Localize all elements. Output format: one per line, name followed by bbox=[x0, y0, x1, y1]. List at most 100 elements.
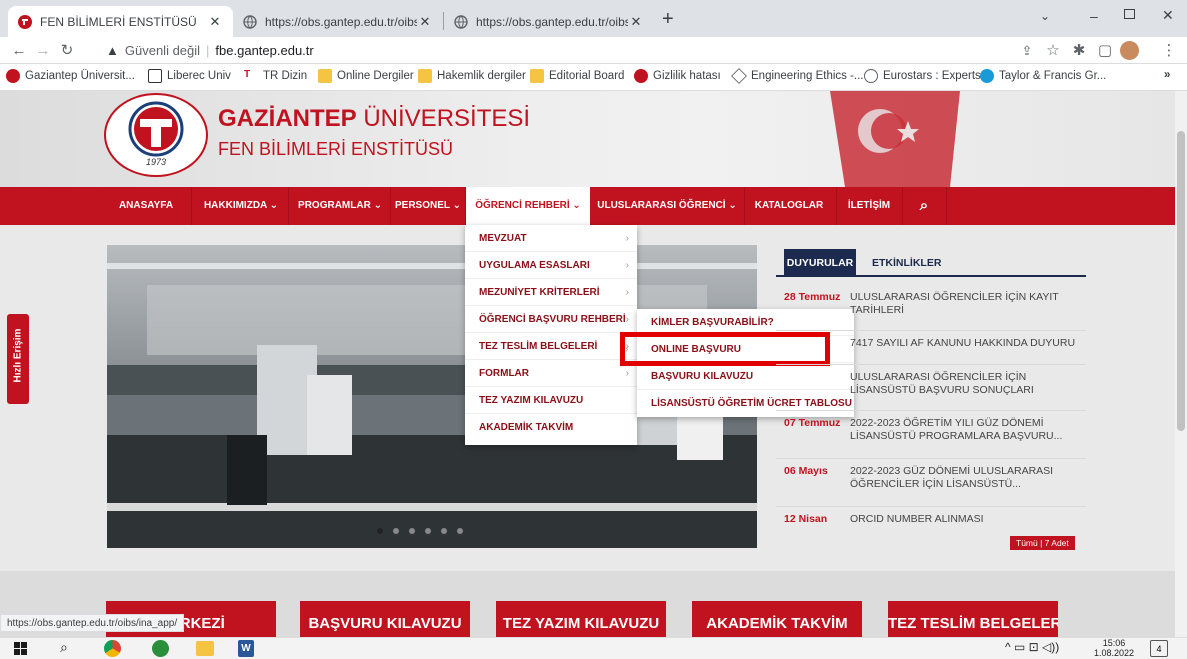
bookmark-hakemlik[interactable]: Hakemlik dergiler bbox=[418, 69, 526, 83]
dropdown-item-uygulama[interactable]: UYGULAMA ESASLARI › bbox=[465, 252, 637, 279]
browser-toolbar: ← → ↻ ▲ Güvenli değil | fbe.gantep.edu.t… bbox=[0, 37, 1187, 64]
news-item[interactable]: 12 Nisan ORCID NUMBER ALINMASI bbox=[776, 513, 1086, 535]
forward-arrow-icon[interactable]: → bbox=[32, 40, 54, 62]
chevron-right-icon: › bbox=[625, 287, 629, 298]
nav-ogrenci-rehberi[interactable]: ÖĞRENCİ REHBERİ ⌄ bbox=[466, 187, 590, 225]
card-tez-yazim[interactable]: TEZ YAZIM KILAVUZU bbox=[496, 601, 666, 637]
slider-dot[interactable] bbox=[393, 528, 399, 534]
slider-dot[interactable] bbox=[377, 528, 383, 534]
card-basvuru-kilavuzu[interactable]: BAŞVURU KILAVUZU bbox=[300, 601, 470, 637]
nav-hakkimizda[interactable]: HAKKIMIZDA ⌄ bbox=[196, 187, 286, 225]
chevron-right-icon: › bbox=[625, 233, 629, 244]
news-item[interactable]: 7417 SAYILI AF KANUNU HAKKINDA DUYURU bbox=[776, 337, 1086, 365]
close-tab-icon[interactable]: ✕ bbox=[628, 14, 644, 30]
globe-icon bbox=[243, 14, 257, 29]
university-favicon-icon bbox=[634, 69, 648, 83]
announcements-panel: DUYURULAR ETKİNLİKLER 28 Temmuz ULUSLARAR… bbox=[776, 249, 1086, 550]
dropdown-item-tez-yazim[interactable]: TEZ YAZIM KILAVUZU bbox=[465, 387, 637, 414]
windows-start-icon[interactable] bbox=[14, 642, 27, 655]
dropdown-item-akademik-takvim[interactable]: AKADEMİK TAKVİM bbox=[465, 414, 637, 441]
quick-access-label: Hızlı Erişim bbox=[12, 328, 24, 383]
tab-obs-1[interactable]: https://obs.gantep.edu.tr/oibs/ina ✕ bbox=[233, 6, 443, 37]
institute-subtitle: FEN BİLİMLERİ ENSTİTÜSÜ bbox=[218, 139, 454, 159]
chevron-right-icon: › bbox=[625, 260, 629, 271]
whatsapp-icon[interactable] bbox=[152, 640, 169, 657]
nav-iletisim[interactable]: İLETİŞİM bbox=[838, 187, 900, 225]
new-tab-button[interactable]: + bbox=[662, 8, 674, 31]
globe-icon bbox=[454, 14, 468, 29]
bookmarks-overflow[interactable]: » bbox=[1164, 69, 1170, 81]
clock[interactable]: 15:06 1.08.2022 bbox=[1094, 638, 1134, 658]
bookmarks-bar: Gaziantep Üniversit... Liberec Univ T TR … bbox=[0, 64, 1187, 91]
news-item[interactable]: ULUSLARARASI ÖĞRENCİLER İÇİN LİSANSÜSTÜ … bbox=[776, 371, 1086, 411]
page-scrollbar[interactable] bbox=[1175, 91, 1187, 637]
close-window-icon[interactable]: ✕ bbox=[1162, 7, 1174, 24]
reload-icon[interactable]: ↻ bbox=[56, 40, 78, 62]
university-favicon-icon bbox=[6, 69, 20, 83]
word-icon[interactable]: W bbox=[238, 640, 254, 657]
tab-title: FEN BİLİMLERİ ENSTİTÜSÜ bbox=[40, 14, 197, 29]
slider-dots bbox=[377, 528, 463, 534]
tab-obs-2[interactable]: https://obs.gantep.edu.tr/oibs/ina ✕ bbox=[444, 6, 654, 37]
site-header: 1973 GAZİANTEP ÜNİVERSİTESİ FEN BİLİMLER… bbox=[0, 91, 1175, 187]
address-bar[interactable]: ▲ Güvenli değil | fbe.gantep.edu.tr bbox=[106, 39, 1006, 62]
extensions-icon[interactable]: ✱ bbox=[1068, 40, 1090, 62]
dropdown-item-mezuniyet[interactable]: MEZUNİYET KRİTERLERİ › bbox=[465, 279, 637, 306]
bookmark-gizlilik[interactable]: Gizlilik hatası bbox=[634, 69, 721, 83]
tab-etkinlikler[interactable]: ETKİNLİKLER bbox=[872, 249, 941, 277]
nav-personel[interactable]: PERSONEL ⌄ bbox=[392, 187, 464, 225]
system-tray-icons[interactable]: ^ ▭ ⊡ ◁)) bbox=[1005, 640, 1059, 654]
share-icon[interactable]: ⇪ bbox=[1016, 40, 1038, 62]
restore-icon[interactable] bbox=[1124, 9, 1135, 19]
search-icon[interactable]: ⌕ bbox=[60, 639, 68, 656]
card-tez-teslim[interactable]: TEZ TESLİM BELGELERİ bbox=[888, 601, 1058, 637]
close-tab-icon[interactable]: ✕ bbox=[207, 14, 223, 30]
notification-center-icon[interactable]: 4 bbox=[1150, 640, 1168, 657]
dropdown-item-basvuru-rehberi[interactable]: ÖĞRENCİ BAŞVURU REHBERİ › bbox=[465, 306, 637, 333]
news-item[interactable]: 06 Mayıs 2022-2023 GÜZ DÖNEMİ ULUSLARARAS… bbox=[776, 465, 1086, 507]
slider-dot[interactable] bbox=[409, 528, 415, 534]
bookmark-online-dergiler[interactable]: Online Dergiler bbox=[318, 69, 414, 83]
tab-search-chevron-icon[interactable]: ⌄ bbox=[1040, 9, 1050, 23]
nav-uluslararasi-ogrenci[interactable]: ULUSLARARASI ÖĞRENCİ ⌄ bbox=[592, 187, 742, 225]
nav-anasayfa[interactable]: ANASAYFA bbox=[106, 187, 186, 225]
scrollbar-thumb[interactable] bbox=[1177, 131, 1185, 431]
all-news-button[interactable]: Tümü | 7 Adet bbox=[1010, 536, 1075, 550]
brand-title: GAZİANTEP ÜNİVERSİTESİ bbox=[218, 105, 531, 132]
slider-dot[interactable] bbox=[457, 528, 463, 534]
slider-dot[interactable] bbox=[441, 528, 447, 534]
bookmark-gaziantep[interactable]: Gaziantep Üniversit... bbox=[6, 69, 135, 83]
windows-taskbar: ⌕ W ^ ▭ ⊡ ◁)) 15:06 1.08.2022 4 bbox=[0, 637, 1187, 659]
close-tab-icon[interactable]: ✕ bbox=[417, 14, 433, 30]
profile-avatar[interactable] bbox=[1120, 41, 1139, 60]
bookmark-liberec[interactable]: Liberec Univ bbox=[148, 69, 231, 83]
back-arrow-icon[interactable]: ← bbox=[8, 40, 30, 62]
side-panel-icon[interactable]: ▢ bbox=[1094, 40, 1116, 62]
bookmark-engineering-ethics[interactable]: Engineering Ethics -... bbox=[731, 68, 864, 84]
news-item[interactable]: 07 Temmuz 2022-2023 ÖĞRETİM YILI GÜZ DÖNE… bbox=[776, 417, 1086, 459]
bookmark-taylor-francis[interactable]: Taylor & Francis Gr... bbox=[980, 69, 1106, 83]
bookmark-editorial[interactable]: Editorial Board bbox=[530, 69, 624, 83]
dropdown-item-formlar[interactable]: FORMLAR › bbox=[465, 360, 637, 387]
search-icon[interactable]: ⌕ bbox=[904, 187, 944, 225]
nav-kataloglar[interactable]: KATALOGLAR bbox=[746, 187, 832, 225]
bookmark-trdizin[interactable]: T TR Dizin bbox=[244, 69, 307, 83]
tab-duyurular[interactable]: DUYURULAR bbox=[784, 249, 856, 277]
dropdown-item-mevzuat[interactable]: MEVZUAT › bbox=[465, 225, 637, 252]
tab-fen-bilimleri[interactable]: FEN BİLİMLERİ ENSTİTÜSÜ ✕ bbox=[8, 6, 233, 37]
kebab-menu-icon[interactable]: ⋮ bbox=[1158, 40, 1180, 62]
card-akademik-takvim[interactable]: AKADEMİK TAKVİM bbox=[692, 601, 862, 637]
main-navigation: ANASAYFA HAKKIMIZDA ⌄ PROGRAMLAR ⌄ PERSO… bbox=[0, 187, 1175, 225]
chrome-icon[interactable] bbox=[104, 640, 121, 657]
file-explorer-icon[interactable] bbox=[196, 641, 214, 656]
minimize-icon[interactable]: – bbox=[1090, 8, 1098, 24]
bookmark-eurostars[interactable]: Eurostars : Experts bbox=[864, 69, 981, 83]
nav-programlar[interactable]: PROGRAMLAR ⌄ bbox=[290, 187, 390, 225]
status-url-bubble: https://obs.gantep.edu.tr/oibs/ina_app/ bbox=[0, 614, 185, 632]
star-icon[interactable]: ☆ bbox=[1042, 40, 1064, 62]
chevron-right-icon: › bbox=[625, 314, 629, 325]
news-item[interactable]: 28 Temmuz ULUSLARARASI ÖĞRENCİLER İÇİN KA… bbox=[776, 291, 1086, 331]
slider-dot[interactable] bbox=[425, 528, 431, 534]
dropdown-item-tez-teslim[interactable]: TEZ TESLİM BELGELERİ › bbox=[465, 333, 637, 360]
quick-access-tab[interactable]: Hızlı Erişim bbox=[7, 314, 29, 404]
